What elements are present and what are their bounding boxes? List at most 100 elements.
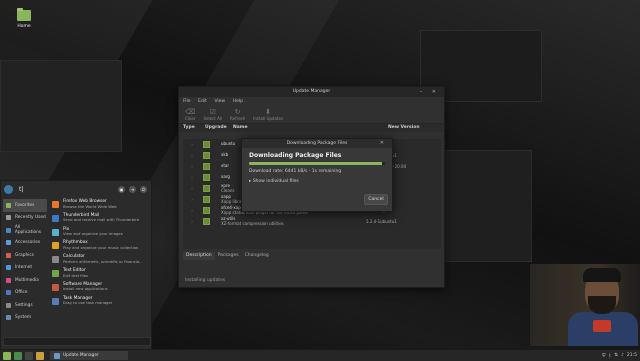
category-item[interactable]: Graphics — [3, 249, 47, 262]
update-manager-icon — [54, 352, 60, 359]
app-description: View and organize your images — [63, 231, 123, 237]
select-all-icon: ☑ — [209, 107, 216, 116]
task-update-manager[interactable]: Update Manager — [50, 351, 128, 360]
app-icon — [52, 283, 59, 291]
category-label: Favorites — [15, 202, 35, 208]
menu-help[interactable]: Help — [233, 99, 243, 104]
download-dialog[interactable]: Downloading Package Files ✕ Downloading P… — [241, 138, 393, 212]
tab-packages[interactable]: Packages — [215, 252, 242, 260]
app-icon — [52, 214, 59, 222]
tab-description[interactable]: Description — [183, 252, 215, 260]
menu-launcher-icon[interactable] — [3, 351, 11, 360]
app-icon — [52, 256, 59, 264]
menu-search-bar[interactable] — [3, 337, 151, 346]
category-item[interactable]: Multimedia — [3, 274, 47, 287]
category-item[interactable]: All Applications — [3, 224, 47, 237]
upgrade-checkbox[interactable] — [203, 218, 210, 225]
category-item[interactable]: Recently Used — [3, 212, 47, 225]
app-icon — [52, 297, 59, 305]
col-name[interactable]: Name — [233, 124, 388, 132]
category-icon — [6, 315, 11, 321]
app-icon — [52, 269, 59, 277]
package-icon: › — [191, 208, 193, 213]
package-icon: › — [191, 153, 193, 158]
task-label: Update Manager — [63, 353, 99, 358]
col-new-version[interactable]: New Version — [388, 124, 420, 132]
package-icon: › — [191, 186, 193, 191]
search-input[interactable]: t| — [19, 186, 23, 193]
category-icon — [6, 277, 11, 283]
volume-icon[interactable]: ♪ — [621, 353, 624, 358]
menu-view[interactable]: View — [214, 99, 225, 104]
files-icon[interactable] — [36, 351, 44, 360]
app-item[interactable]: Calculator Perform arithmetic, scientific… — [50, 254, 150, 268]
dialog-titlebar[interactable]: Downloading Package Files ✕ — [242, 139, 392, 148]
category-item[interactable]: Office — [3, 287, 47, 300]
clear-button[interactable]: ⌫ Clear — [185, 108, 195, 121]
clock[interactable]: 21:5 — [627, 353, 637, 358]
upgrade-checkbox[interactable] — [203, 141, 210, 148]
toolbar: ⌫ Clear ☑ Select All ↻ Refresh ⬇ Install Upd… — [179, 105, 444, 124]
wallpaper-shape — [0, 60, 122, 152]
power-icon[interactable]: ⏻ — [140, 185, 147, 193]
app-description: Browse the World Wide Web — [63, 203, 117, 209]
app-item[interactable]: Text Editor Edit text files — [50, 268, 150, 282]
category-icon — [6, 215, 11, 221]
network-icon[interactable]: ⇅ — [614, 353, 618, 358]
category-label: Office — [15, 290, 28, 296]
show-desktop-icon[interactable] — [14, 351, 22, 360]
col-type[interactable]: Type — [179, 124, 205, 132]
start-menu[interactable]: t| ▣ ⇥ ⏻ Favorites Recently Used All Appli… — [0, 180, 152, 350]
col-upgrade[interactable]: Upgrade — [205, 124, 233, 132]
upgrade-checkbox[interactable] — [203, 196, 210, 203]
category-icon — [6, 290, 11, 296]
avatar[interactable] — [4, 184, 13, 194]
close-icon[interactable]: ✕ — [380, 139, 388, 148]
app-item[interactable]: Software Manager Install new applications — [50, 282, 150, 296]
category-item[interactable]: Accessories — [3, 237, 47, 250]
bluetooth-icon[interactable]: ᛒ — [609, 353, 612, 359]
app-item[interactable]: Firefox Web Browser Browse the World Wide… — [50, 199, 150, 213]
upgrade-checkbox[interactable] — [203, 174, 210, 181]
lock-screen-icon[interactable]: ▣ — [118, 185, 125, 193]
session-buttons: ▣ ⇥ ⏻ — [118, 185, 147, 193]
window-titlebar[interactable]: Update Manager – ✕ — [179, 87, 444, 97]
home-folder-icon[interactable]: Home — [14, 8, 34, 29]
category-item[interactable]: Favorites — [3, 199, 47, 212]
select-all-button[interactable]: ☑ Select All — [203, 108, 222, 121]
window-controls[interactable]: – ✕ — [420, 87, 440, 97]
wallpaper-shape — [440, 150, 532, 262]
package-icon: › — [191, 175, 193, 180]
app-item[interactable]: Rhythmbox Play and organize your music co… — [50, 240, 150, 254]
menu-edit[interactable]: Edit — [198, 99, 207, 104]
app-item[interactable]: Task Manager Easy to use task manager — [50, 296, 150, 310]
upgrade-checkbox[interactable] — [203, 163, 210, 170]
category-item[interactable]: System — [3, 312, 47, 325]
refresh-icon: ↻ — [234, 107, 241, 116]
logout-icon[interactable]: ⇥ — [129, 185, 136, 193]
upgrade-checkbox[interactable] — [203, 152, 210, 159]
menubar: File Edit View Help — [179, 97, 444, 105]
upgrade-checkbox[interactable] — [203, 185, 210, 192]
app-item[interactable]: Thunderbird Mail Send and receive mail wi… — [50, 213, 150, 227]
install-updates-button[interactable]: ⬇ Install Updates — [253, 108, 283, 121]
cancel-button[interactable]: Cancel — [364, 194, 388, 205]
upgrade-checkbox[interactable] — [203, 207, 210, 214]
category-icon — [6, 227, 11, 233]
menu-file[interactable]: File — [183, 99, 191, 104]
update-row[interactable]: › xz-utils XZ-format compression utilities… — [183, 216, 441, 227]
category-item[interactable]: Internet — [3, 262, 47, 275]
shield-icon[interactable]: ⛨ — [602, 353, 605, 359]
home-label: Home — [17, 24, 31, 29]
package-icon: › — [191, 164, 193, 169]
app-description: Easy to use task manager — [63, 300, 113, 306]
show-individual-files-expander[interactable]: ▸ Show individual files — [249, 179, 392, 184]
app-list: Firefox Web Browser Browse the World Wide… — [50, 199, 150, 309]
category-item[interactable]: Settings — [3, 299, 47, 312]
app-item[interactable]: Pix View and organize your images — [50, 227, 150, 241]
app-icon — [52, 242, 59, 250]
refresh-button[interactable]: ↻ Refresh — [230, 108, 245, 121]
terminal-icon[interactable] — [25, 351, 33, 360]
window-title: Update Manager — [292, 89, 331, 94]
tab-changelog[interactable]: Changelog — [242, 252, 272, 260]
